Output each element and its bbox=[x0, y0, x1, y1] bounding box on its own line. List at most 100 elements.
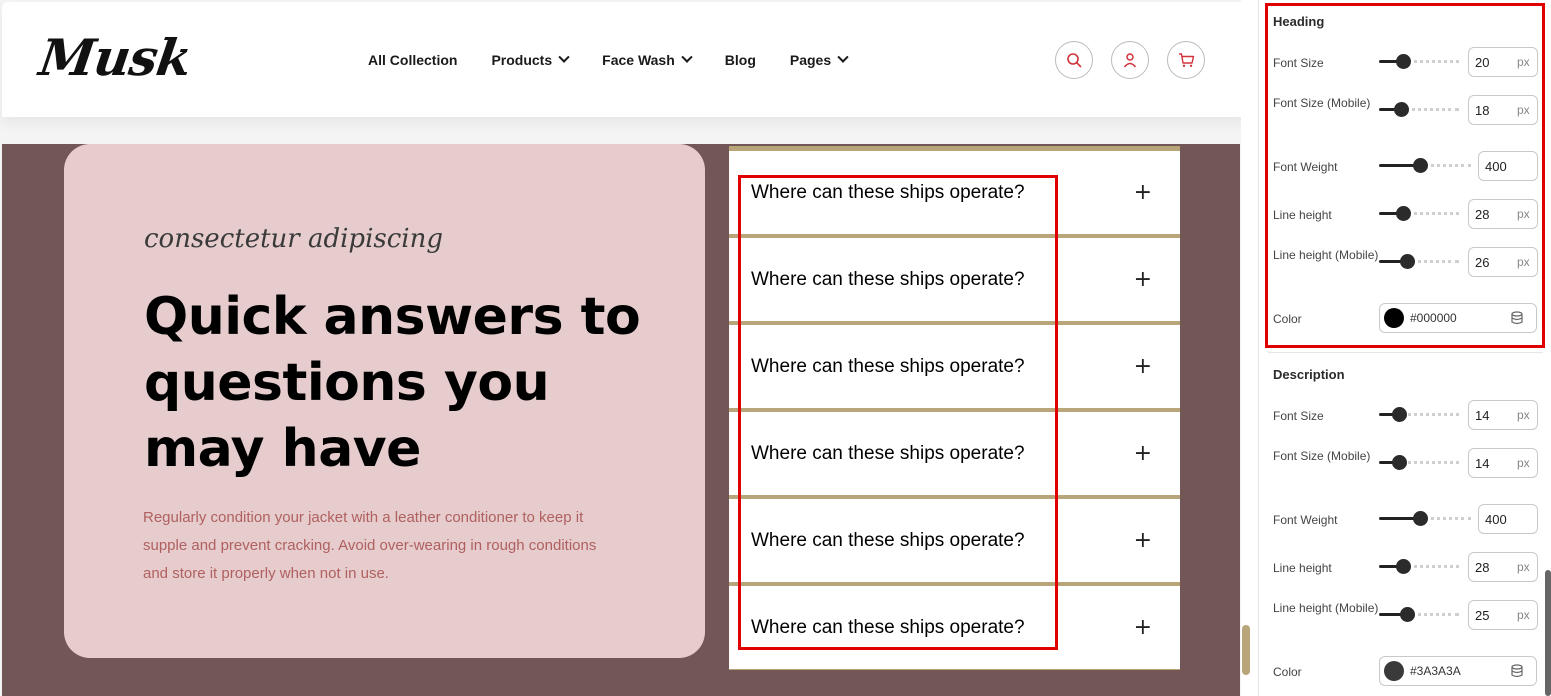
header-actions bbox=[1055, 41, 1205, 79]
slider-knob[interactable] bbox=[1400, 254, 1415, 269]
line-height-mobile-input[interactable]: 25 px bbox=[1468, 600, 1538, 630]
slider-track bbox=[1411, 260, 1459, 263]
plus-icon[interactable]: + bbox=[1134, 354, 1152, 379]
divider bbox=[1268, 352, 1543, 353]
panel-scrollbar-thumb[interactable] bbox=[1545, 570, 1551, 696]
search-icon bbox=[1067, 53, 1082, 68]
nav-products[interactable]: Products bbox=[491, 51, 570, 68]
input-value: 25 bbox=[1475, 607, 1490, 623]
plus-icon[interactable]: + bbox=[1134, 528, 1152, 553]
database-icon[interactable] bbox=[1510, 664, 1524, 678]
input-value: 28 bbox=[1475, 206, 1490, 222]
faq-question: Where can these ships operate? bbox=[751, 529, 1025, 551]
main-nav: All Collection Products Face Wash Blog P… bbox=[368, 51, 881, 68]
line-height-slider[interactable] bbox=[1379, 559, 1459, 574]
setting-label: Line height bbox=[1273, 208, 1332, 222]
font-size-slider[interactable] bbox=[1379, 54, 1459, 69]
line-height-input[interactable]: 28 px bbox=[1468, 199, 1538, 229]
nav-face-wash[interactable]: Face Wash bbox=[602, 51, 693, 68]
setting-row: Font Size (Mobile) 14 px bbox=[1273, 446, 1543, 490]
nav-all-collection[interactable]: All Collection bbox=[368, 52, 457, 68]
heading-group-title: Heading bbox=[1273, 14, 1325, 29]
nav-blog[interactable]: Blog bbox=[725, 52, 756, 68]
plus-icon[interactable]: + bbox=[1134, 615, 1152, 640]
setting-label: Font Size bbox=[1273, 409, 1324, 423]
slider-fill bbox=[1379, 164, 1416, 167]
faq-item[interactable]: Where can these ships operate? + bbox=[729, 151, 1180, 234]
slider-track bbox=[1407, 60, 1459, 63]
slider-track bbox=[1407, 565, 1459, 568]
slider-knob[interactable] bbox=[1392, 407, 1407, 422]
font-weight-slider[interactable] bbox=[1379, 511, 1471, 526]
line-height-mobile-input[interactable]: 26 px bbox=[1468, 247, 1538, 277]
slider-knob[interactable] bbox=[1392, 455, 1407, 470]
plus-icon[interactable]: + bbox=[1134, 267, 1152, 292]
unit-label: px bbox=[1517, 207, 1530, 221]
line-height-input[interactable]: 28 px bbox=[1468, 552, 1538, 582]
setting-label: Line height (Mobile) bbox=[1273, 601, 1379, 615]
logo[interactable]: Musk bbox=[36, 28, 195, 87]
search-button[interactable] bbox=[1055, 41, 1093, 79]
chevron-down-icon bbox=[681, 51, 693, 63]
font-size-slider[interactable] bbox=[1379, 407, 1459, 422]
faq-item[interactable]: Where can these ships operate? + bbox=[729, 238, 1180, 321]
unit-label: px bbox=[1517, 456, 1530, 470]
font-size-mobile-slider[interactable] bbox=[1379, 455, 1459, 470]
slider-track bbox=[1424, 517, 1471, 520]
slider-knob[interactable] bbox=[1394, 102, 1409, 117]
slider-knob[interactable] bbox=[1413, 158, 1428, 173]
input-value: 20 bbox=[1475, 54, 1490, 70]
font-weight-input[interactable]: 400 bbox=[1478, 151, 1538, 181]
user-icon bbox=[1123, 53, 1137, 68]
nav-label: All Collection bbox=[368, 52, 458, 68]
nav-label: Blog bbox=[724, 52, 756, 68]
line-height-mobile-slider[interactable] bbox=[1379, 607, 1459, 622]
slider-knob[interactable] bbox=[1396, 54, 1411, 69]
setting-row: Color #000000 bbox=[1273, 301, 1543, 345]
preview-scrollbar-thumb[interactable] bbox=[1242, 625, 1250, 675]
faq-question: Where can these ships operate? bbox=[751, 355, 1025, 377]
section-subtitle: consectetur adipiscing bbox=[144, 224, 443, 254]
section-title: Quick answers to questions you may have bbox=[144, 287, 641, 479]
font-size-input[interactable]: 20 px bbox=[1468, 47, 1538, 77]
line-height-mobile-slider[interactable] bbox=[1379, 254, 1459, 269]
slider-track bbox=[1403, 413, 1459, 416]
setting-row: Line height (Mobile) 26 px bbox=[1273, 245, 1543, 289]
database-icon[interactable] bbox=[1510, 311, 1524, 325]
plus-icon[interactable]: + bbox=[1134, 441, 1152, 466]
font-size-mobile-input[interactable]: 18 px bbox=[1468, 95, 1538, 125]
account-button[interactable] bbox=[1111, 41, 1149, 79]
faq-item[interactable]: Where can these ships operate? + bbox=[729, 412, 1180, 495]
color-swatch bbox=[1384, 661, 1404, 681]
section-description: Regularly condition your jacket with a l… bbox=[143, 509, 597, 582]
color-picker[interactable]: #3A3A3A bbox=[1379, 656, 1537, 686]
faq-item[interactable]: Where can these ships operate? + bbox=[729, 586, 1180, 669]
font-weight-slider[interactable] bbox=[1379, 158, 1471, 173]
color-hex: #3A3A3A bbox=[1410, 664, 1461, 678]
slider-knob[interactable] bbox=[1400, 607, 1415, 622]
faq-item[interactable]: Where can these ships operate? + bbox=[729, 499, 1180, 582]
input-value: 18 bbox=[1475, 102, 1490, 118]
slider-knob[interactable] bbox=[1413, 511, 1428, 526]
font-weight-input[interactable]: 400 bbox=[1478, 504, 1538, 534]
setting-label: Font Size (Mobile) bbox=[1273, 96, 1371, 110]
font-size-mobile-slider[interactable] bbox=[1379, 102, 1459, 117]
faq-item[interactable]: Where can these ships operate? + bbox=[729, 325, 1180, 408]
font-size-input[interactable]: 14 px bbox=[1468, 400, 1538, 430]
slider-knob[interactable] bbox=[1396, 206, 1411, 221]
nav-pages[interactable]: Pages bbox=[790, 51, 849, 68]
plus-icon[interactable]: + bbox=[1134, 180, 1152, 205]
color-picker[interactable]: #000000 bbox=[1379, 303, 1537, 333]
input-value: 400 bbox=[1485, 511, 1507, 527]
slider-knob[interactable] bbox=[1396, 559, 1411, 574]
line-height-slider[interactable] bbox=[1379, 206, 1459, 221]
slider-fill bbox=[1379, 517, 1416, 520]
slider-track bbox=[1403, 461, 1459, 464]
chevron-down-icon bbox=[837, 51, 849, 63]
description-group-title: Description bbox=[1273, 367, 1345, 382]
preview-scrollbar-track[interactable] bbox=[1241, 0, 1252, 696]
font-size-mobile-input[interactable]: 14 px bbox=[1468, 448, 1538, 478]
cart-button[interactable] bbox=[1167, 41, 1205, 79]
input-value: 400 bbox=[1485, 158, 1507, 174]
setting-row: Font Weight 400 bbox=[1273, 149, 1543, 193]
